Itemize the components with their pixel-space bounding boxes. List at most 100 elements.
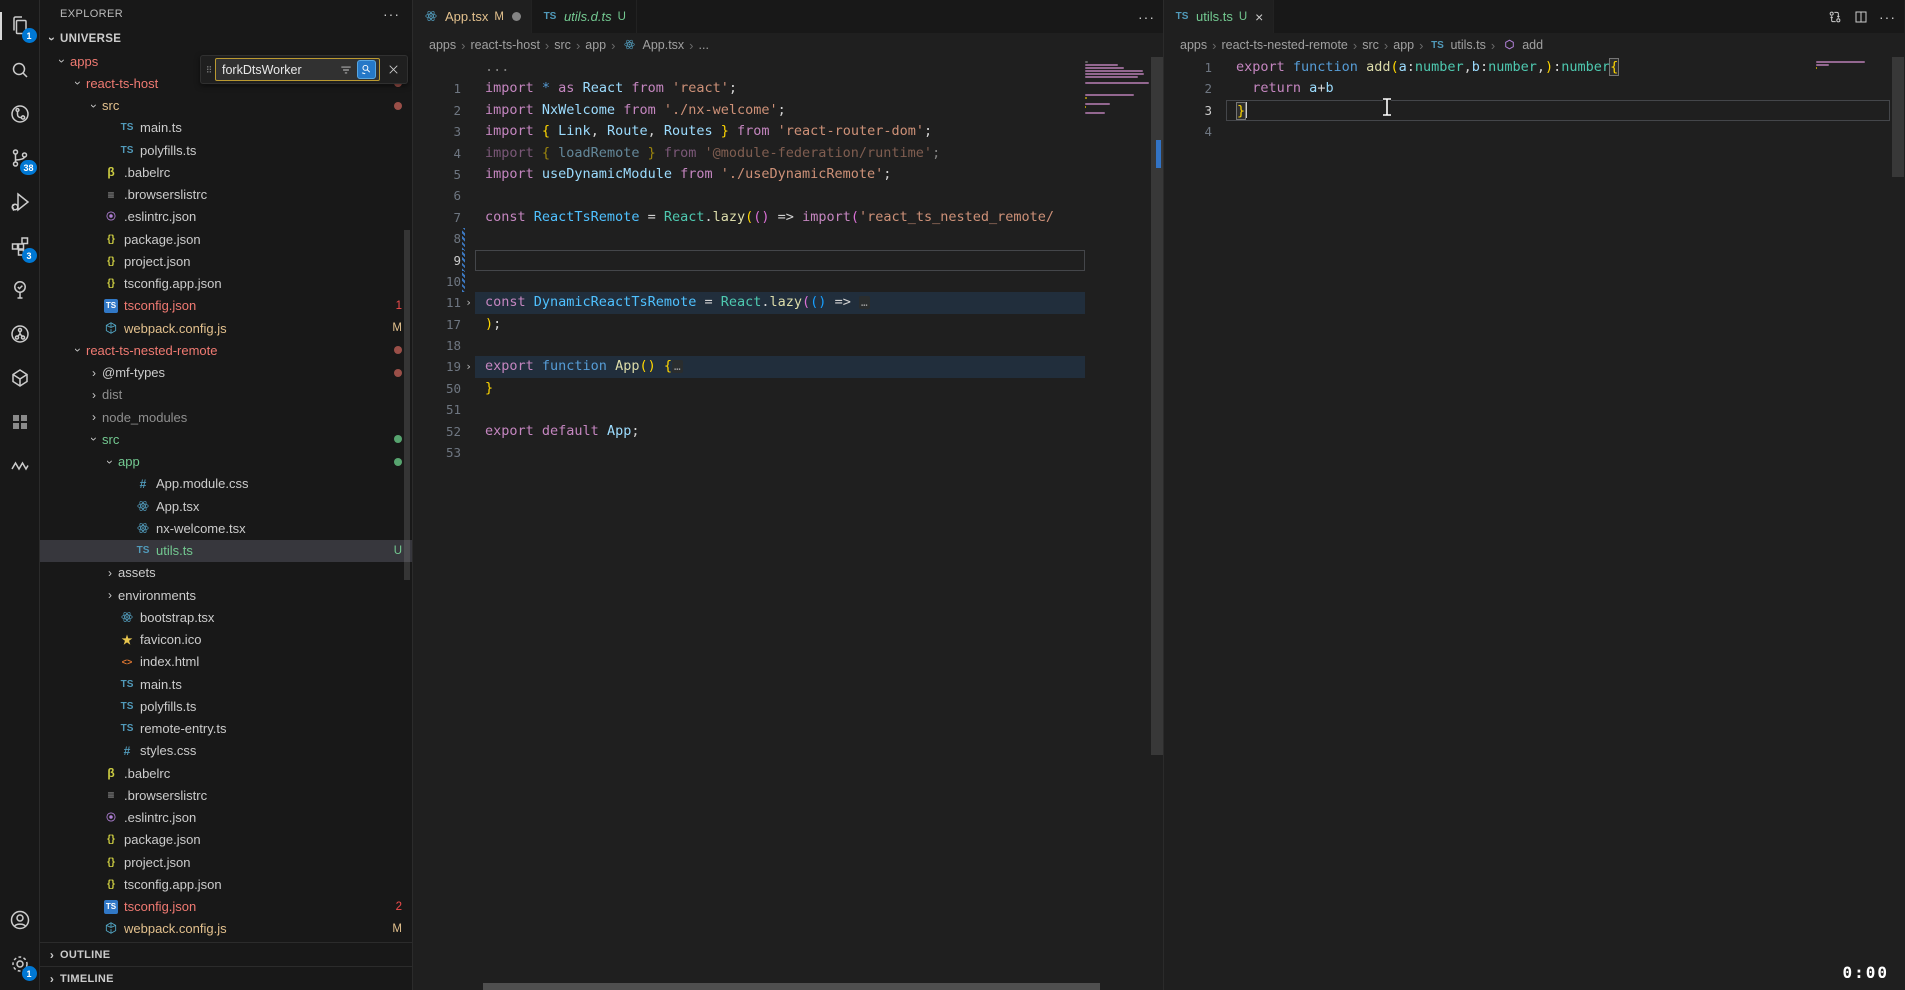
breadcrumb-item-src[interactable]: src (554, 38, 571, 52)
activity-extensions-icon[interactable]: 3 (0, 224, 40, 268)
dirty-dot-icon[interactable] (512, 12, 521, 21)
activity-browser-tools-icon[interactable] (0, 400, 40, 444)
tree-item-assets[interactable]: ›assets (40, 562, 412, 584)
breadcrumb-item-react-ts-nested-remote[interactable]: react-ts-nested-remote (1221, 38, 1347, 52)
code-line-18[interactable]: 18 (413, 335, 1163, 356)
more-actions-icon[interactable]: ··· (1138, 9, 1155, 25)
tree-item-project-json[interactable]: {}project.json (40, 250, 412, 272)
activity-todo-tree-icon[interactable] (0, 268, 40, 312)
minimap-group2[interactable] (1816, 61, 1882, 72)
activity-run-debug-icon[interactable] (0, 180, 40, 224)
activity-source-control-icon[interactable]: 38 (0, 136, 40, 180)
code-line-2[interactable]: 2import NxWelcome from './nx-welcome'; (413, 100, 1163, 121)
fuzzy-match-toggle[interactable] (357, 60, 376, 79)
tree-item-src[interactable]: ›src (40, 428, 412, 450)
code-line-3[interactable]: 3} (1164, 100, 1904, 121)
code-line-19[interactable]: 19›export function App() {… (413, 356, 1163, 377)
tree-item-main-ts[interactable]: TSmain.ts (40, 673, 412, 695)
filter-icon[interactable] (337, 61, 355, 79)
code-line-10[interactable]: 10 (413, 271, 1163, 292)
tree-item-utils-ts[interactable]: TSutils.tsU (40, 540, 412, 562)
split-icon[interactable] (1853, 9, 1869, 25)
timeline-section-header[interactable]: › TIMELINE (40, 966, 412, 990)
tree-item-polyfills-ts[interactable]: TSpolyfills.ts (40, 695, 412, 717)
tree-item--mf-types[interactable]: ›@mf-types (40, 362, 412, 384)
more-actions-icon[interactable]: ··· (1879, 9, 1896, 25)
vertical-scrollbar-group2[interactable] (1892, 57, 1904, 177)
tree-item-styles-css[interactable]: #styles.css (40, 740, 412, 762)
changes-icon[interactable] (1827, 9, 1843, 25)
drag-grip-icon[interactable]: ⠿ (203, 68, 215, 72)
code-line-51[interactable]: 51 (413, 399, 1163, 420)
fold-chevron-icon[interactable]: › (462, 356, 475, 377)
fold-chevron-icon[interactable]: › (462, 292, 475, 313)
activity-console-ninja-icon[interactable] (0, 444, 40, 488)
code-line-5[interactable]: 5import useDynamicModule from './useDyna… (413, 164, 1163, 185)
code-line-1[interactable]: 1export function add(a:number,b:number,)… (1164, 57, 1904, 78)
code-line-2[interactable]: 2 return a+b (1164, 78, 1904, 99)
code-editor-app-tsx[interactable]: ...1import * as React from 'react';2impo… (413, 57, 1163, 990)
tree-item--babelrc[interactable]: β.babelrc (40, 762, 412, 784)
activity-remote-graph-icon[interactable] (0, 92, 40, 136)
tree-item-app-tsx[interactable]: App.tsx (40, 495, 412, 517)
tree-item-tsconfig-json[interactable]: TStsconfig.json2 (40, 896, 412, 918)
tree-item-package-json[interactable]: {}package.json (40, 228, 412, 250)
tree-item-tsconfig-app-json[interactable]: {}tsconfig.app.json (40, 873, 412, 895)
tree-item-node-modules[interactable]: ›node_modules (40, 406, 412, 428)
code-line-fold[interactable]: ... (413, 57, 1163, 78)
breadcrumb-item-utils-ts[interactable]: TSutils.ts (1428, 38, 1485, 52)
minimap-group1[interactable] (1085, 61, 1151, 117)
explorer-more-icon[interactable]: ··· (383, 6, 400, 22)
code-line-17[interactable]: 17); (413, 314, 1163, 335)
breadcrumb-item-src[interactable]: src (1362, 38, 1379, 52)
close-icon[interactable] (383, 63, 403, 76)
tree-item-tsconfig-app-json[interactable]: {}tsconfig.app.json (40, 273, 412, 295)
tree-item--browserslistrc[interactable]: ≡.browserslistrc (40, 784, 412, 806)
activity-explorer-icon[interactable]: 1 (0, 4, 40, 48)
code-line-6[interactable]: 6 (413, 185, 1163, 206)
outline-section-header[interactable]: › OUTLINE (40, 942, 412, 966)
code-line-9[interactable]: 9 (413, 250, 1163, 271)
tab-app-tsx[interactable]: App.tsxM (413, 0, 532, 33)
breadcrumb-item-app-tsx[interactable]: App.tsx (620, 38, 684, 52)
tree-item-react-ts-remote[interactable]: ›react-ts-remote (40, 940, 412, 942)
activity-search-icon[interactable] (0, 48, 40, 92)
close-icon[interactable]: × (1255, 9, 1263, 25)
tree-item-app[interactable]: ›app (40, 451, 412, 473)
tree-item-react-ts-nested-remote[interactable]: ›react-ts-nested-remote (40, 339, 412, 361)
tree-find-input[interactable]: forkDtsWorker (215, 58, 380, 81)
code-line-53[interactable]: 53 (413, 442, 1163, 463)
tree-item--babelrc[interactable]: β.babelrc (40, 161, 412, 183)
code-line-3[interactable]: 3import { Link, Route, Routes } from 're… (413, 121, 1163, 142)
code-line-11[interactable]: 11›const DynamicReactTsRemote = React.la… (413, 292, 1163, 313)
tree-item--eslintrc-json[interactable]: .eslintrc.json (40, 807, 412, 829)
tree-item-src[interactable]: ›src (40, 95, 412, 117)
code-line-4[interactable]: 4 (1164, 121, 1904, 142)
tree-item--eslintrc-json[interactable]: .eslintrc.json (40, 206, 412, 228)
tab-utils-ts[interactable]: TSutils.tsU× (1164, 0, 1274, 33)
tree-item-project-json[interactable]: {}project.json (40, 851, 412, 873)
code-editor-utils-ts[interactable]: 1export function add(a:number,b:number,)… (1164, 57, 1904, 990)
tree-item-nx-welcome-tsx[interactable]: nx-welcome.tsx (40, 517, 412, 539)
tab-utils-d-ts[interactable]: TSutils.d.tsU (532, 0, 637, 33)
sidebar-scrollbar[interactable] (404, 230, 410, 580)
tree-item-dist[interactable]: ›dist (40, 384, 412, 406)
breadcrumb-item-apps[interactable]: apps (1180, 38, 1207, 52)
tree-item-app-module-css[interactable]: #App.module.css (40, 473, 412, 495)
breadcrumb-item-app[interactable]: app (1393, 38, 1414, 52)
workspace-root-row[interactable]: › UNIVERSE (40, 28, 412, 50)
breadcrumb-item-apps[interactable]: apps (429, 38, 456, 52)
tree-item-remote-entry-ts[interactable]: TSremote-entry.ts (40, 718, 412, 740)
horizontal-scrollbar-group1[interactable] (483, 983, 1100, 990)
activity-nx-console-icon[interactable] (0, 356, 40, 400)
tree-item-polyfills-ts[interactable]: TSpolyfills.ts (40, 139, 412, 161)
code-line-4[interactable]: 4import { loadRemote } from '@module-fed… (413, 143, 1163, 164)
tree-item-main-ts[interactable]: TSmain.ts (40, 117, 412, 139)
breadcrumb-item-react-ts-host[interactable]: react-ts-host (470, 38, 539, 52)
tree-item--browserslistrc[interactable]: ≡.browserslistrc (40, 184, 412, 206)
activity-git-graph-icon[interactable] (0, 312, 40, 356)
code-line-7[interactable]: 7const ReactTsRemote = React.lazy(() => … (413, 207, 1163, 228)
breadcrumb-item-app[interactable]: app (585, 38, 606, 52)
tree-item-webpack-config-js[interactable]: webpack.config.jsM (40, 918, 412, 940)
code-line-1[interactable]: 1import * as React from 'react'; (413, 78, 1163, 99)
